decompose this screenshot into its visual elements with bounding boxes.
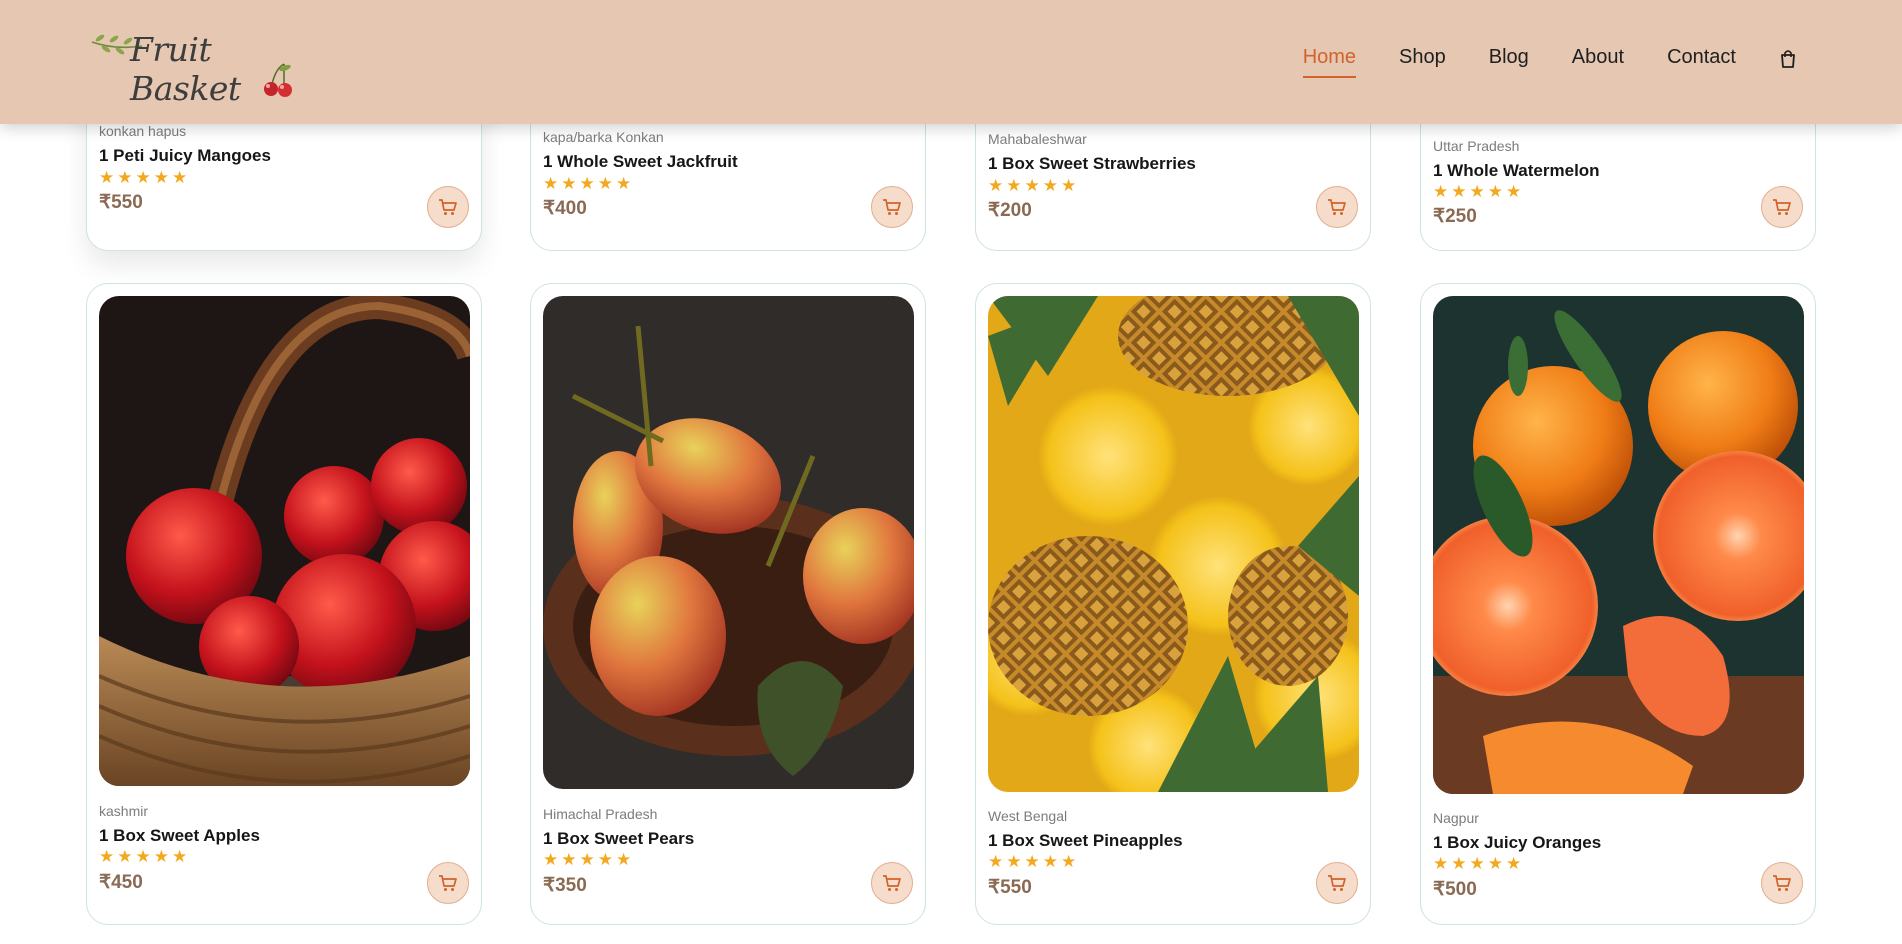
cart-icon <box>439 199 457 215</box>
add-to-cart-button[interactable] <box>1316 862 1358 904</box>
product-origin: kapa/barka Konkan <box>543 129 664 145</box>
cart-icon <box>1328 199 1346 215</box>
product-card[interactable]: Nagpur 1 Box Juicy Oranges ★★★★★ ₹500 <box>1420 283 1816 925</box>
nav-contact[interactable]: Contact <box>1667 46 1736 69</box>
product-image-pears[interactable] <box>543 296 914 789</box>
product-title[interactable]: 1 Whole Sweet Jackfruit <box>543 152 738 172</box>
rating-stars: ★★★★★ <box>543 174 635 193</box>
product-origin: Uttar Pradesh <box>1433 138 1520 154</box>
product-title[interactable]: 1 Whole Watermelon <box>1433 161 1600 181</box>
product-title[interactable]: 1 Box Sweet Pineapples <box>988 831 1183 851</box>
product-card[interactable]: kashmir 1 Box Sweet Apples ★★★★★ ₹450 <box>86 283 482 925</box>
product-image-pineapples[interactable] <box>988 296 1359 792</box>
main-nav: Home Shop Blog About Contact <box>1260 46 1797 78</box>
rating-stars: ★★★★★ <box>988 852 1080 871</box>
product-price: ₹500 <box>1433 879 1477 900</box>
nav-blog[interactable]: Blog <box>1489 46 1529 69</box>
product-price: ₹200 <box>988 200 1032 221</box>
product-origin: konkan hapus <box>99 123 187 139</box>
product-title[interactable]: 1 Peti Juicy Mangoes <box>99 146 271 166</box>
product-title[interactable]: 1 Box Sweet Strawberries <box>988 154 1196 174</box>
fruit-basket-logo[interactable]: Fruit Basket <box>90 24 300 108</box>
add-to-cart-button[interactable] <box>871 186 913 228</box>
cart-icon <box>1773 875 1791 891</box>
product-price: ₹400 <box>543 198 587 219</box>
cart-icon <box>883 875 901 891</box>
cart-icon <box>1773 199 1791 215</box>
nav-shop[interactable]: Shop <box>1399 46 1446 69</box>
product-origin: West Bengal <box>988 808 1068 824</box>
rating-stars: ★★★★★ <box>1433 182 1525 201</box>
add-to-cart-button[interactable] <box>871 862 913 904</box>
site-header: Fruit Basket Home Shop Blog About Contac… <box>0 0 1902 124</box>
product-price: ₹250 <box>1433 206 1477 227</box>
shopping-bag-icon[interactable] <box>1779 49 1797 69</box>
rating-stars: ★★★★★ <box>1433 854 1525 873</box>
nav-about[interactable]: About <box>1572 46 1624 69</box>
product-origin: kashmir <box>99 803 149 819</box>
product-origin: Himachal Pradesh <box>543 806 658 822</box>
product-price: ₹450 <box>99 872 143 893</box>
rating-stars: ★★★★★ <box>99 847 191 866</box>
cherries-icon <box>264 63 292 97</box>
product-origin: Nagpur <box>1433 810 1479 826</box>
rating-stars: ★★★★★ <box>543 850 635 869</box>
product-card[interactable]: West Bengal 1 Box Sweet Pineapples ★★★★★… <box>975 283 1371 925</box>
product-title[interactable]: 1 Box Juicy Oranges <box>1433 833 1601 853</box>
product-title[interactable]: 1 Box Sweet Apples <box>99 826 260 846</box>
product-price: ₹550 <box>99 192 143 213</box>
add-to-cart-button[interactable] <box>427 862 469 904</box>
add-to-cart-button[interactable] <box>427 186 469 228</box>
product-image-oranges[interactable] <box>1433 296 1804 794</box>
nav-home[interactable]: Home <box>1302 46 1357 78</box>
add-to-cart-button[interactable] <box>1761 186 1803 228</box>
cart-icon <box>1328 875 1346 891</box>
cart-icon <box>883 199 901 215</box>
rating-stars: ★★★★★ <box>988 176 1080 195</box>
product-origin: Mahabaleshwar <box>988 131 1087 147</box>
rating-stars: ★★★★★ <box>99 168 191 187</box>
cart-icon <box>439 875 457 891</box>
product-image-apples[interactable] <box>99 296 470 786</box>
product-price: ₹350 <box>543 875 587 896</box>
add-to-cart-button[interactable] <box>1761 862 1803 904</box>
product-title[interactable]: 1 Box Sweet Pears <box>543 829 694 849</box>
product-price: ₹550 <box>988 877 1032 898</box>
add-to-cart-button[interactable] <box>1316 186 1358 228</box>
product-card[interactable]: Himachal Pradesh 1 Box Sweet Pears ★★★★★… <box>530 283 926 925</box>
